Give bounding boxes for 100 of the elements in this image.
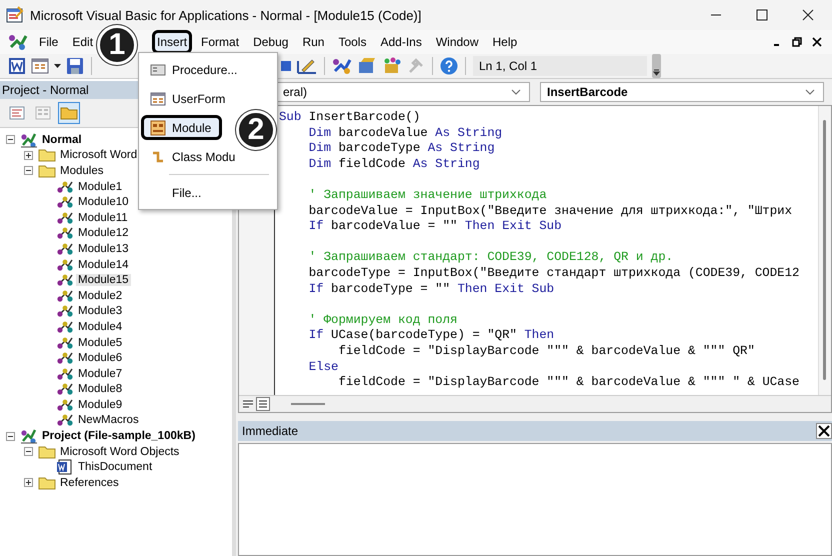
tree-item[interactable]: Module2 — [76, 290, 124, 302]
tree-item[interactable]: Module11 — [76, 212, 130, 224]
code-line: Sub InsertBarcode() — [279, 110, 420, 124]
module-icon — [56, 318, 74, 335]
code-line: ' Запрашиваем стандарт: CODE39, CODE128, QR и др. — [308, 250, 674, 264]
menu-item[interactable]: Help — [488, 30, 522, 54]
code-line: barcodeValue = InputBox("Введите значение для штрихкода:", "Штрих — [308, 204, 792, 218]
tree-item[interactable]: Module13 — [76, 242, 131, 255]
module-icon — [56, 256, 74, 273]
module-icon — [56, 240, 74, 257]
tree-item[interactable]: Normal — [40, 134, 84, 146]
module-icon — [56, 288, 74, 304]
tree-item[interactable]: Module9 — [76, 398, 124, 411]
form-icon[interactable] — [31, 57, 49, 75]
menu-item[interactable]: Insert — [152, 30, 192, 54]
tree-item[interactable]: References — [58, 476, 121, 489]
menu-item[interactable]: Add-Ins — [375, 30, 427, 54]
ruler-pencil-icon[interactable] — [297, 57, 317, 75]
tree-item[interactable]: Module7 — [76, 368, 124, 380]
expander-icon[interactable] — [24, 447, 33, 456]
chevron-down-icon — [805, 89, 815, 95]
form-icon — [150, 92, 166, 106]
tree-item[interactable]: Module15 — [76, 274, 131, 286]
vertical-scrollbar[interactable] — [818, 106, 831, 395]
dropdown-caret-icon[interactable] — [54, 64, 61, 68]
menu-option[interactable]: Procedure... — [141, 57, 248, 82]
horizontal-scrollbar[interactable] — [291, 403, 325, 405]
module-icon — [56, 396, 74, 413]
module-icon — [56, 272, 74, 288]
tree-item[interactable]: Module12 — [76, 227, 131, 240]
menu-option[interactable]: File... — [141, 180, 212, 205]
code-line: ' Формируем код поля — [308, 312, 458, 327]
menu-item[interactable]: Debug — [248, 30, 294, 54]
tree-item[interactable]: ThisDocument — [76, 461, 154, 474]
close-icon[interactable] — [816, 423, 832, 439]
code-line: Dim fieldCode As String — [308, 156, 480, 171]
tree-item[interactable]: Project (File-sample_100kB) — [40, 430, 198, 442]
maximize-icon[interactable] — [756, 9, 768, 21]
module-icon — [56, 334, 74, 351]
menu-item[interactable]: File — [34, 30, 64, 54]
tree-item[interactable]: Module3 — [76, 305, 124, 318]
expander-icon[interactable] — [24, 150, 33, 160]
class-module-icon — [150, 150, 166, 164]
tree-item[interactable]: Module14 — [76, 258, 131, 271]
project-icon — [20, 132, 38, 148]
toggle-folders-button[interactable] — [58, 102, 80, 124]
tree-item[interactable]: Module8 — [76, 383, 124, 396]
tree-item[interactable]: Module6 — [76, 352, 124, 364]
project-icon — [20, 428, 38, 444]
word-document-icon[interactable] — [8, 57, 26, 75]
menu-item[interactable]: Window — [430, 30, 484, 54]
menu-option[interactable]: Module — [141, 115, 222, 140]
folder-icon — [38, 444, 56, 459]
save-icon[interactable] — [66, 57, 84, 75]
code-line: fieldCode = "DisplayBarcode """ & barcodeValue & """ " & UCase — [338, 375, 800, 390]
procedure-icon — [150, 62, 166, 76]
tree-item[interactable]: Module4 — [76, 320, 124, 333]
expander-icon[interactable] — [6, 432, 15, 441]
tree-item[interactable]: Modules — [58, 164, 106, 177]
restore-icon[interactable] — [792, 37, 802, 47]
document-icon — [56, 459, 74, 476]
menu-item[interactable]: Format — [196, 30, 244, 54]
code-line: ' Запрашиваем значение штрихкода — [308, 188, 547, 202]
expander-icon[interactable] — [24, 166, 33, 176]
code-line: Dim barcodeType As String — [308, 141, 495, 156]
project-explorer-icon[interactable] — [332, 57, 352, 75]
tree-item[interactable]: Module5 — [76, 336, 124, 349]
procedure-dropdown[interactable]: InsertBarcode — [540, 82, 824, 102]
properties-icon[interactable] — [357, 57, 377, 75]
close-icon[interactable] — [802, 9, 814, 21]
menu-item[interactable]: Tools — [333, 30, 372, 54]
module-icon — [56, 303, 74, 320]
module-icon — [56, 366, 74, 382]
code-line: fieldCode = "DisplayBarcode """ & barcodeValue & """ QR" — [338, 344, 755, 358]
app-icon — [6, 6, 24, 24]
help-icon[interactable] — [440, 57, 458, 75]
tree-item[interactable]: NewMacros — [76, 414, 141, 426]
expander-icon[interactable] — [6, 135, 15, 144]
module-icon — [150, 120, 166, 136]
full-module-view-icon[interactable] — [256, 397, 270, 411]
object-browser-icon[interactable] — [382, 57, 402, 75]
expander-icon[interactable] — [24, 478, 33, 488]
close-icon[interactable] — [812, 37, 822, 47]
menu-item[interactable]: Edit — [67, 30, 98, 54]
code-line: barcodeType = InputBox("Введите стандарт штрихкода (CODE39, CODE12 — [308, 266, 800, 280]
tree-item[interactable]: Microsoft Word Objects — [58, 446, 182, 458]
tree-item[interactable]: Module10 — [76, 196, 131, 208]
tree-item[interactable]: Module1 — [76, 180, 124, 193]
stop-icon[interactable] — [280, 60, 292, 72]
module-icon — [56, 225, 74, 242]
code-line: If UCase(barcodeType) = "QR" Then — [308, 328, 554, 342]
code-line: If barcodeValue = "" Then Exit Sub — [308, 219, 562, 234]
module-icon — [56, 412, 74, 428]
module-icon — [56, 194, 74, 210]
pane-header: Immediate — [242, 424, 298, 438]
menu-item[interactable]: Run — [297, 30, 330, 54]
toolbar-options-icon[interactable] — [652, 54, 661, 78]
tree-item[interactable]: Microsoft Word — [58, 149, 140, 162]
chevron-down-icon — [511, 89, 521, 95]
window-title: Microsoft Visual Basic for Applications - Normal - [Module15 (Code)] — [30, 8, 422, 22]
